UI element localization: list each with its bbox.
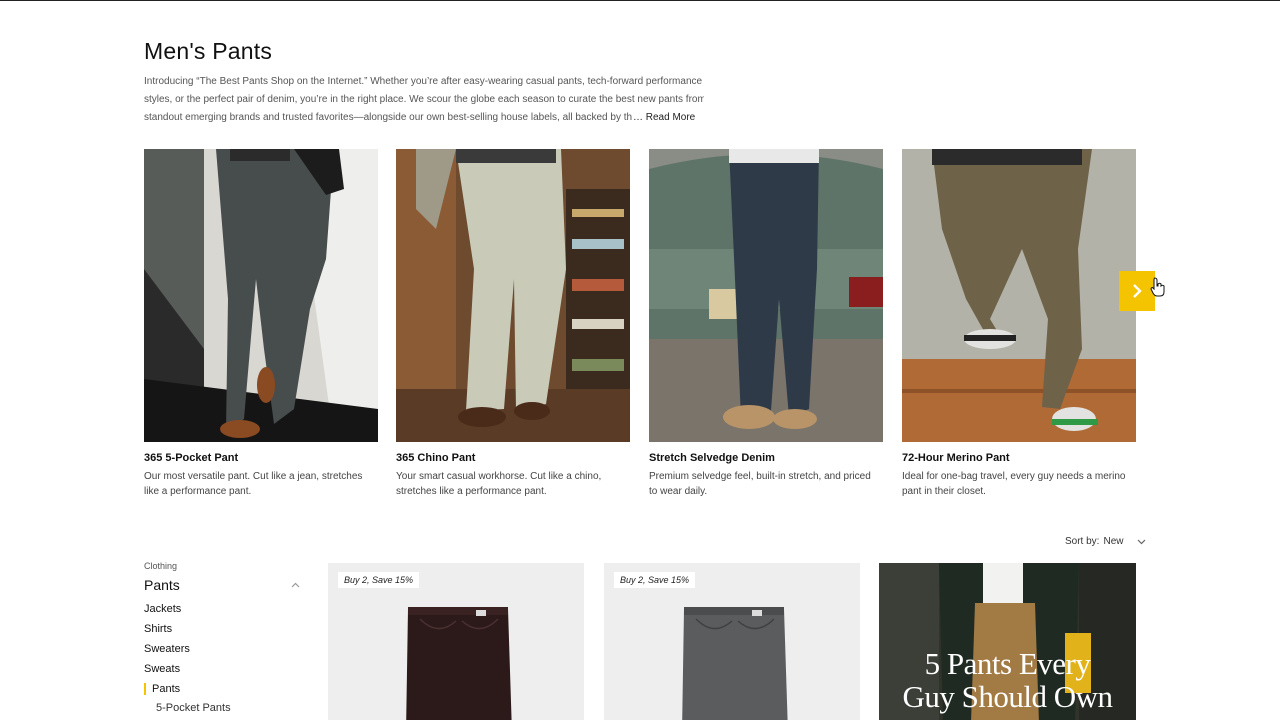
sidebar-item-pants[interactable]: Pants bbox=[144, 683, 304, 695]
product-name[interactable]: Stretch Selvedge Denim bbox=[649, 452, 883, 464]
category-sidebar: Clothing Pants Jackets Shirts Sweaters S… bbox=[144, 561, 304, 714]
current-category-label: Pants bbox=[144, 577, 180, 593]
featured-carousel: 365 5-Pocket Pant Our most versatile pan… bbox=[144, 149, 1137, 509]
product-description: Ideal for one-bag travel, every guy need… bbox=[902, 471, 1126, 497]
product-description: Your smart casual workhorse. Cut like a … bbox=[396, 471, 602, 497]
top-border bbox=[0, 0, 1280, 1]
promo-badge: Buy 2, Save 15% bbox=[614, 572, 696, 588]
intro-line: standout emerging brands and trusted fav… bbox=[144, 112, 632, 123]
featured-card[interactable]: 72-Hour Merino Pant Ideal for one-bag tr… bbox=[902, 149, 1136, 499]
chevron-up-icon[interactable] bbox=[291, 582, 300, 588]
product-photo[interactable] bbox=[902, 149, 1136, 442]
product-name[interactable]: 365 Chino Pant bbox=[396, 452, 630, 464]
promo-title-line: 5 Pants Every bbox=[924, 646, 1091, 681]
chevron-down-icon bbox=[1138, 539, 1146, 544]
chevron-right-icon bbox=[1133, 284, 1142, 298]
intro-text: Introducing “The Best Pants Shop on the … bbox=[144, 73, 704, 127]
product-description: Premium selvedge feel, built-in stretch,… bbox=[649, 471, 871, 497]
page-title: Men's Pants bbox=[144, 38, 273, 64]
sidebar-item-shirts[interactable]: Shirts bbox=[144, 623, 304, 635]
intro-line: styles, or the perfect pair of denim, yo… bbox=[144, 94, 704, 105]
intro-line: Introducing “The Best Pants Shop on the … bbox=[144, 76, 703, 87]
sidebar-item-jackets[interactable]: Jackets bbox=[144, 603, 304, 615]
sort-dropdown[interactable]: Sort by: New bbox=[1065, 536, 1146, 547]
product-photo[interactable] bbox=[144, 149, 378, 442]
featured-card[interactable]: 365 Chino Pant Your smart casual workhor… bbox=[396, 149, 630, 499]
promo-title[interactable]: 5 Pants Every Guy Should Own bbox=[879, 647, 1136, 713]
hand-cursor-icon bbox=[1150, 277, 1165, 297]
sort-label: Sort by: bbox=[1065, 536, 1100, 547]
promo-title-line: Guy Should Own bbox=[902, 679, 1113, 714]
sort-value: New bbox=[1103, 536, 1124, 547]
sidebar-subitem-5-pocket-pants[interactable]: 5-Pocket Pants bbox=[144, 702, 304, 714]
sidebar-item-sweaters[interactable]: Sweaters bbox=[144, 643, 304, 655]
read-more-link[interactable]: … Read More bbox=[633, 109, 695, 127]
current-category[interactable]: Pants bbox=[144, 577, 300, 593]
editorial-promo-tile[interactable]: 5 Pants Every Guy Should Own bbox=[879, 563, 1136, 720]
product-description: Our most versatile pant. Cut like a jean… bbox=[144, 471, 363, 497]
product-name[interactable]: 365 5-Pocket Pant bbox=[144, 452, 378, 464]
sidebar-item-sweats[interactable]: Sweats bbox=[144, 663, 304, 675]
product-tile[interactable]: Buy 2, Save 15% bbox=[604, 563, 860, 720]
breadcrumb[interactable]: Clothing bbox=[144, 561, 304, 571]
promo-badge: Buy 2, Save 15% bbox=[338, 572, 420, 588]
featured-card[interactable]: 365 5-Pocket Pant Our most versatile pan… bbox=[144, 149, 378, 499]
product-tile[interactable]: Buy 2, Save 15% bbox=[328, 563, 584, 720]
product-photo[interactable] bbox=[396, 149, 630, 442]
featured-card[interactable]: Stretch Selvedge Denim Premium selvedge … bbox=[649, 149, 883, 499]
product-photo[interactable] bbox=[649, 149, 883, 442]
product-name[interactable]: 72-Hour Merino Pant bbox=[902, 452, 1136, 464]
